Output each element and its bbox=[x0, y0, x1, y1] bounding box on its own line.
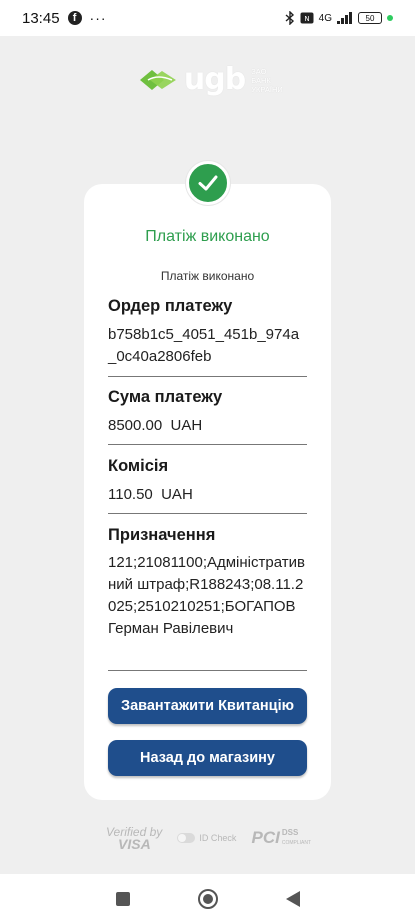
purpose-label: Призначення bbox=[108, 526, 216, 544]
android-nav-bar bbox=[0, 874, 415, 923]
logo-subtitle: ЗАО БАНК УКРАЇНИ bbox=[251, 67, 288, 94]
amount-field: Сума платежу 8500.00 UAH bbox=[108, 388, 307, 445]
payment-status-subtitle: Платіж виконано bbox=[160, 269, 255, 283]
battery-level: 50 bbox=[365, 13, 375, 23]
mastercard-id-check-logo: ID Check bbox=[177, 833, 236, 843]
network-type-icon: 4G bbox=[318, 12, 332, 24]
square-icon bbox=[115, 891, 130, 906]
order-label: Ордер платежу bbox=[108, 297, 233, 315]
id-check-icon bbox=[177, 833, 196, 843]
back-button[interactable] bbox=[281, 887, 305, 911]
logo-subtitle-line1: ЗАО БАНК bbox=[251, 66, 271, 85]
payment-status-title: Платіж виконано bbox=[145, 228, 270, 245]
logo-text: ugb bbox=[183, 62, 246, 97]
back-to-store-button[interactable]: Назад до магазину bbox=[108, 740, 307, 776]
order-field: Ордер платежу b758b1c5_4051_451b_974a_0c… bbox=[108, 297, 307, 377]
leaf-logo-icon bbox=[139, 70, 176, 90]
nfc-icon: N bbox=[300, 12, 314, 24]
home-button[interactable] bbox=[196, 887, 220, 911]
commission-value: 110.50 UAH bbox=[108, 486, 193, 503]
battery-icon: 50 bbox=[358, 12, 382, 24]
security-badges: Verified by VISA ID Check PCI DSS COMPLI… bbox=[106, 823, 311, 853]
more-notifications-icon: ··· bbox=[89, 10, 107, 26]
order-value: b758b1c5_4051_451b_974a_0c40a2806feb bbox=[108, 326, 300, 365]
pci-label: PCI bbox=[251, 828, 280, 847]
dss-text: DSS bbox=[281, 828, 299, 837]
amount-value: 8500.00 UAH bbox=[108, 417, 203, 434]
verified-by-visa-logo: Verified by VISA bbox=[106, 826, 162, 852]
privacy-indicator-dot bbox=[387, 15, 393, 21]
amount-label: Сума платежу bbox=[108, 388, 223, 406]
dss-subtext: COMPLIANT bbox=[281, 840, 311, 846]
success-check-icon bbox=[186, 161, 230, 205]
circle-icon bbox=[197, 888, 218, 909]
bluetooth-icon bbox=[285, 11, 295, 25]
facebook-icon: f bbox=[67, 11, 82, 25]
svg-text:N: N bbox=[304, 15, 309, 23]
purpose-field: Призначення 121;21081100;Адміністративни… bbox=[108, 526, 307, 671]
recent-apps-button[interactable] bbox=[111, 887, 135, 911]
payment-result-card: Платіж виконано Платіж виконано Ордер пл… bbox=[84, 184, 331, 800]
bank-logo: ugb ЗАО БАНК УКРАЇНИ bbox=[138, 64, 288, 96]
logo-subtitle-line2: УКРАЇНИ bbox=[251, 84, 283, 94]
download-receipt-button[interactable]: Завантажити Квитанцію bbox=[108, 688, 307, 724]
triangle-back-icon bbox=[285, 890, 300, 907]
status-bar: 13:45 f ··· N 4G 50 bbox=[0, 0, 415, 36]
visa-line2: VISA bbox=[118, 836, 151, 852]
clock: 13:45 bbox=[22, 9, 60, 27]
dss-label: DSS COMPLIANT bbox=[282, 828, 311, 848]
id-check-label: ID Check bbox=[199, 833, 237, 843]
signal-icon bbox=[337, 12, 353, 24]
pci-dss-logo: PCI DSS COMPLIANT bbox=[251, 828, 311, 848]
commission-field: Комісія 110.50 UAH bbox=[108, 457, 307, 514]
commission-label: Комісія bbox=[108, 457, 169, 475]
purpose-value: 121;21081100;Адміністративний штраф;R188… bbox=[108, 554, 305, 637]
